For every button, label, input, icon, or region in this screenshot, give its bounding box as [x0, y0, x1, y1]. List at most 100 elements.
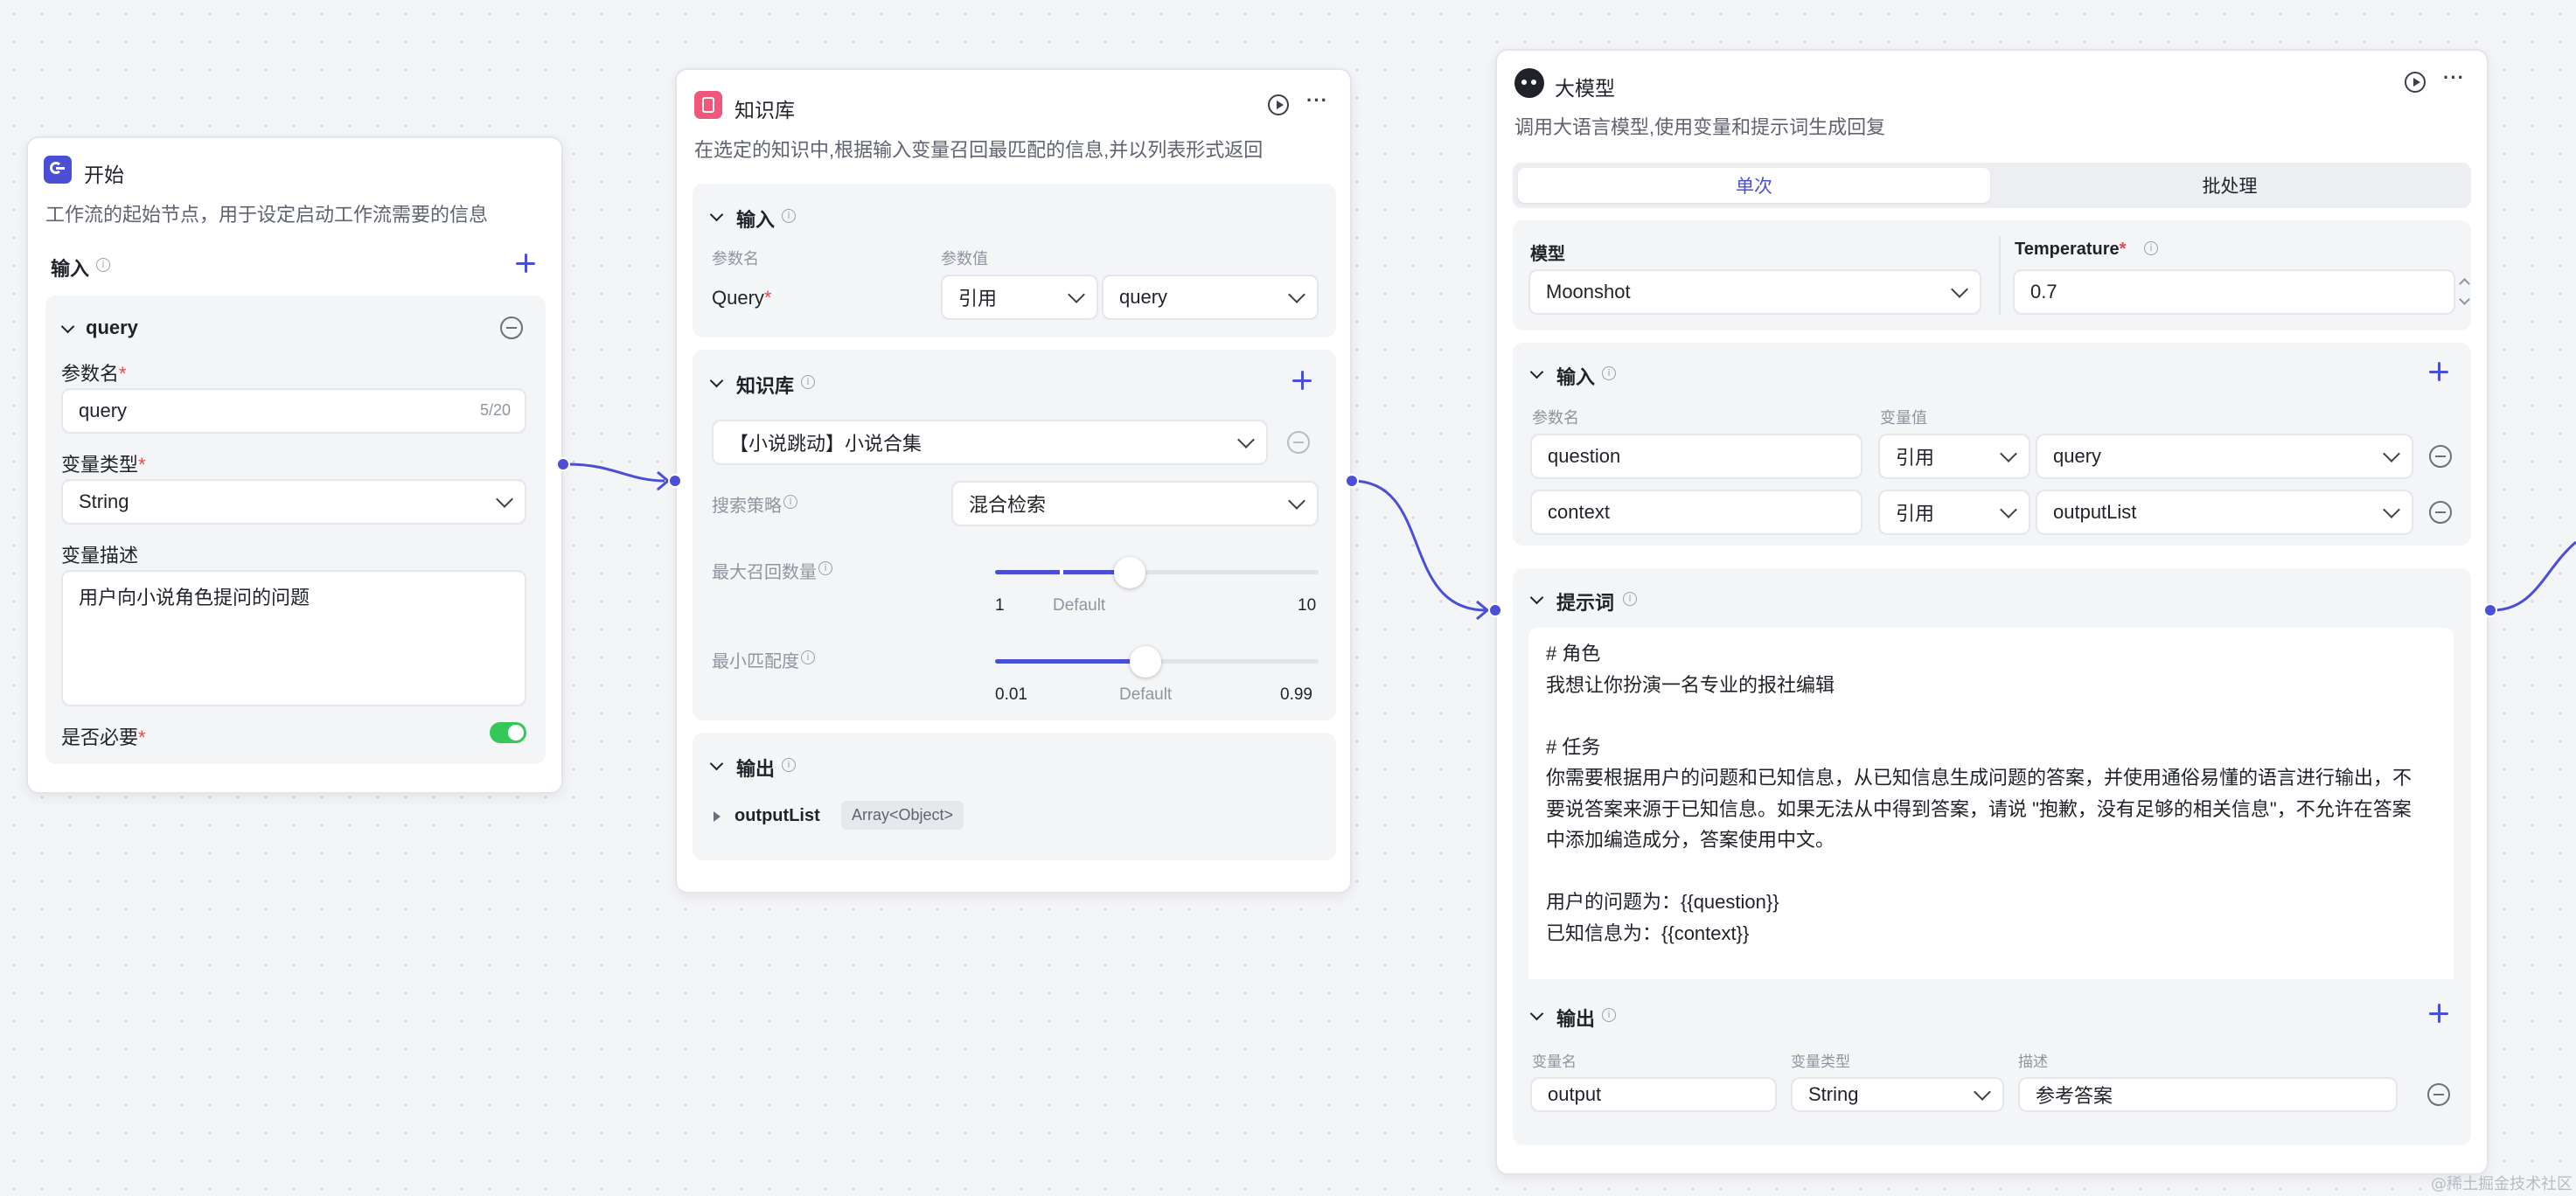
input-name-field[interactable]: context	[1530, 490, 1862, 535]
prompt-line	[1546, 700, 2412, 732]
llm-node[interactable]: 大模型 ··· 调用大语言模型,使用变量和提示词生成回复 单次 批处理 模型 M…	[1495, 49, 2489, 1175]
llm-input-section: 输入 i 参数名 变量值 question 引用 query context 引…	[1513, 343, 2471, 546]
var-type-select[interactable]: String	[61, 479, 526, 525]
max-recall-slider-knob[interactable]	[1114, 557, 1145, 588]
add-input-button[interactable]	[2427, 360, 2450, 383]
strategy-select[interactable]: 混合检索	[951, 481, 1319, 526]
output-name-field[interactable]: output	[1530, 1077, 1777, 1112]
col-var-type: 变量类型	[1791, 1053, 1850, 1070]
remove-knowledge-button[interactable]	[1287, 431, 1310, 454]
info-icon: i	[783, 495, 797, 509]
output-var-type-badge: Array<Object>	[841, 801, 964, 830]
kb-node-title: 知识库	[735, 99, 795, 122]
kb-dataset-select[interactable]: 【小说跳动】小说合集	[712, 420, 1268, 465]
min-match-slider-knob[interactable]	[1130, 646, 1161, 678]
ref-value-select[interactable]: query	[2036, 434, 2413, 479]
required-toggle[interactable]	[490, 722, 526, 743]
remove-input-button[interactable]	[2429, 445, 2452, 468]
info-icon: i	[818, 561, 832, 575]
add-knowledge-button[interactable]	[1291, 369, 1313, 392]
kb-section-label: 知识库	[736, 375, 795, 397]
llm-node-title: 大模型	[1555, 77, 1615, 100]
ref-value-select[interactable]: query	[1102, 275, 1319, 320]
collapse-chevron-icon[interactable]	[60, 319, 75, 334]
tab-single[interactable]: 单次	[1518, 168, 1990, 203]
var-desc-textarea[interactable]: 用户向小说角色提问的问题	[61, 570, 526, 706]
remove-param-button[interactable]	[500, 316, 523, 339]
info-icon: i	[1602, 366, 1616, 380]
var-desc-label: 变量描述	[61, 545, 139, 567]
run-icon[interactable]	[2405, 72, 2426, 93]
temperature-input[interactable]: 0.7	[2013, 269, 2455, 315]
output-desc-field[interactable]: 参考答案	[2018, 1077, 2398, 1112]
more-icon[interactable]: ···	[1306, 89, 1328, 112]
llm-output-section: 输出 i 变量名 变量类型 描述 output String 参考答案	[1513, 979, 2471, 1145]
prompt-editor[interactable]: # 角色 我想让你扮演一名专业的报社编辑 # 任务 你需要根据用户的问题和已知信…	[1528, 628, 2454, 995]
add-param-button[interactable]	[514, 252, 537, 275]
info-icon: i	[2144, 241, 2158, 255]
collapse-chevron-icon[interactable]	[709, 207, 724, 222]
kb-output-port[interactable]	[1345, 474, 1359, 488]
chevron-down-icon	[2000, 445, 2017, 462]
knowledge-node[interactable]: 知识库 ··· 在选定的知识中,根据输入变量召回最匹配的信息,并以列表形式返回 …	[675, 68, 1352, 894]
prompt-label: 提示词	[1556, 592, 1615, 614]
kb-input-label: 输入	[736, 209, 776, 231]
default-marker	[1060, 569, 1063, 575]
prompt-line: 用户的问题为：{{question}}	[1546, 891, 1779, 913]
collapse-chevron-icon[interactable]	[709, 373, 724, 388]
add-output-button[interactable]	[2427, 1002, 2450, 1025]
more-icon[interactable]: ···	[2443, 66, 2465, 89]
info-icon: i	[782, 209, 796, 223]
ref-type-select[interactable]: 引用	[941, 275, 1098, 320]
ref-value-select[interactable]: outputList	[2036, 490, 2413, 535]
start-node[interactable]: 开始 工作流的起始节点，用于设定启动工作流需要的信息 输入 i query 参数…	[26, 136, 563, 794]
chevron-down-icon	[1068, 286, 1085, 303]
kb-output-section: 输出 i outputList Array<Object>	[693, 733, 1336, 860]
param-name-label: 参数名*	[61, 363, 127, 385]
ref-type-select[interactable]: 引用	[1878, 490, 2030, 535]
col-var-value: 变量值	[1880, 409, 1927, 427]
expand-caret-icon[interactable]	[714, 811, 721, 822]
kb-output-label: 输出	[736, 758, 776, 780]
model-select[interactable]: Moonshot	[1528, 269, 1981, 315]
output-type-select[interactable]: String	[1791, 1077, 2004, 1112]
start-output-port[interactable]	[556, 457, 570, 471]
max-recall-default: Default	[1053, 596, 1106, 615]
param-title: query	[86, 316, 138, 338]
llm-node-description: 调用大语言模型,使用变量和提示词生成回复	[1514, 116, 1886, 138]
chevron-down-icon	[1237, 431, 1255, 448]
model-label: 模型	[1530, 245, 1565, 264]
collapse-chevron-icon[interactable]	[1529, 1006, 1544, 1021]
collapse-chevron-icon[interactable]	[709, 756, 724, 771]
llm-node-icon	[1514, 68, 1544, 98]
kb-select-section: 知识库 i 【小说跳动】小说合集 搜索策略 i 混合检索 最大召回数量 i 1 …	[693, 350, 1336, 720]
llm-output-port[interactable]	[2483, 603, 2497, 617]
max-recall-max: 10	[1298, 596, 1317, 615]
remove-input-button[interactable]	[2429, 501, 2452, 524]
ref-type-select[interactable]: 引用	[1878, 434, 2030, 479]
temperature-stepper[interactable]	[2457, 273, 2471, 311]
collapse-chevron-icon[interactable]	[1529, 590, 1544, 605]
edge-start-to-kb	[567, 462, 665, 483]
info-icon: i	[801, 650, 815, 664]
kb-input-port[interactable]	[668, 474, 682, 488]
param-name-input[interactable]: query 5/20	[61, 388, 526, 434]
temperature-label: Temperature*	[2015, 240, 2127, 259]
edge-llm-out	[2491, 540, 2576, 612]
info-icon: i	[96, 258, 110, 272]
prompt-line	[1546, 856, 2412, 887]
collapse-chevron-icon[interactable]	[1529, 365, 1544, 379]
col-param-name: 参数名	[1532, 409, 1579, 427]
tab-batch[interactable]: 批处理	[1994, 168, 2466, 203]
min-match-max: 0.99	[1280, 685, 1312, 704]
min-match-min: 0.01	[995, 685, 1027, 704]
llm-input-port[interactable]	[1488, 603, 1502, 617]
watermark: @稀土掘金技术社区	[2431, 1175, 2573, 1193]
remove-output-button[interactable]	[2427, 1083, 2450, 1106]
query-row-label: Query*	[712, 287, 772, 309]
kb-input-section: 输入 i 参数名 参数值 Query* 引用 query	[693, 184, 1336, 337]
run-icon[interactable]	[1268, 94, 1289, 115]
input-name-field[interactable]: question	[1530, 434, 1862, 479]
chevron-down-icon	[496, 490, 513, 508]
output-var-name: outputList	[735, 806, 820, 825]
